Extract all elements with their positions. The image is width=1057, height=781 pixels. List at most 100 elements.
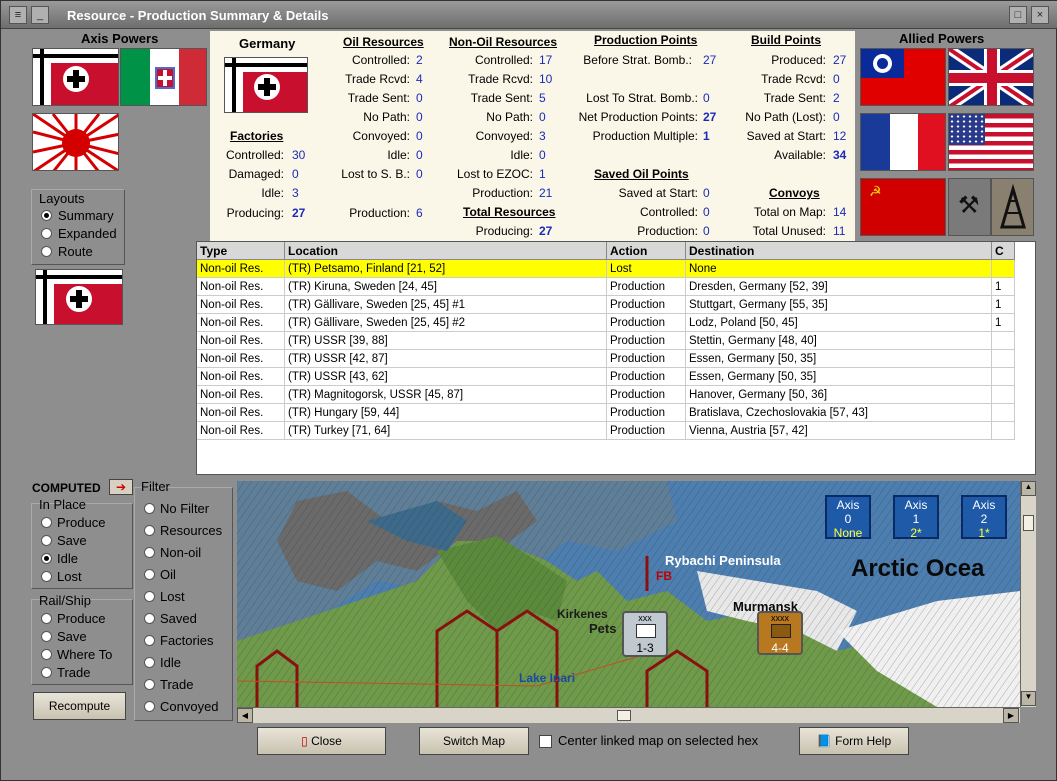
col-c-header[interactable]: C xyxy=(992,242,1015,260)
france-flag[interactable] xyxy=(860,113,946,171)
map-unit-counter[interactable]: xxxx 4-4 xyxy=(757,611,803,655)
china-flag[interactable] xyxy=(860,48,946,106)
usa-flag[interactable] xyxy=(948,113,1034,171)
scroll-right-icon[interactable]: ▶ xyxy=(1003,708,1019,723)
germany-flag[interactable] xyxy=(32,48,119,106)
rail-produce-radio[interactable] xyxy=(41,613,52,624)
uk-flag[interactable] xyxy=(948,48,1034,106)
in-place-title: In Place xyxy=(39,497,86,512)
map-horizontal-scrollbar[interactable]: ◀ ▶ xyxy=(237,707,1020,723)
bp-value: 0 xyxy=(833,72,840,86)
filter-radio[interactable] xyxy=(144,701,155,712)
cell-action: Production xyxy=(607,386,686,404)
convoys-label: Total Unused: xyxy=(752,224,826,238)
rail-where-to-radio[interactable] xyxy=(41,649,52,660)
unit-strength-label: 4-4 xyxy=(771,641,789,655)
form-help-label: Form Help xyxy=(835,734,892,748)
rail-produce-label: Produce xyxy=(57,611,106,626)
minimize-icon[interactable]: _ xyxy=(31,6,49,24)
maximize-icon[interactable]: □ xyxy=(1009,6,1027,24)
non-oil-resources-heading: Non-Oil Resources xyxy=(449,35,558,49)
mining-icon[interactable]: ⚒ xyxy=(948,178,991,236)
col-destination-header[interactable]: Destination xyxy=(686,242,992,260)
col-action-header[interactable]: Action xyxy=(607,242,686,260)
scroll-down-icon[interactable]: ▼ xyxy=(1021,691,1036,706)
japan-flag[interactable] xyxy=(32,113,119,171)
table-row[interactable]: Non-oil Res. (TR) USSR [39, 88] Production… xyxy=(197,332,1015,350)
oil-label: Convoyed: xyxy=(352,129,410,143)
filter-radio[interactable] xyxy=(144,657,155,668)
layout-expanded-radio[interactable] xyxy=(41,228,52,239)
rail-save-label: Save xyxy=(57,629,87,644)
layout-summary-radio[interactable] xyxy=(41,210,52,221)
table-row[interactable]: Non-oil Res. (TR) USSR [42, 87] Production… xyxy=(197,350,1015,368)
axis-box[interactable]: Axis 1 2* xyxy=(893,495,939,540)
italy-flag[interactable] xyxy=(120,48,207,106)
filter-radio[interactable] xyxy=(144,525,155,536)
switch-map-button[interactable]: Switch Map xyxy=(419,727,529,755)
rail-trade-radio[interactable] xyxy=(41,667,52,678)
in-place-lost-radio[interactable] xyxy=(41,571,52,582)
table-row[interactable]: Non-oil Res. (TR) Gällivare, Sweden [25, … xyxy=(197,296,1015,314)
factories-value: 3 xyxy=(292,186,299,200)
rail-save-radio[interactable] xyxy=(41,631,52,642)
cell-destination: Essen, Germany [50, 35] xyxy=(686,350,992,368)
window-menu-icon[interactable]: ≡ xyxy=(9,6,27,24)
filter-radio[interactable] xyxy=(144,503,155,514)
pp-label: Lost To Strat. Bomb.: xyxy=(586,91,698,105)
in-place-produce-radio[interactable] xyxy=(41,517,52,528)
pp-value: 0 xyxy=(703,91,710,105)
axis-box[interactable]: Axis 0 None xyxy=(825,495,871,540)
oil-label: Controlled: xyxy=(351,53,410,67)
nonoil-label: Production: xyxy=(472,186,533,200)
factories-value: 27 xyxy=(292,206,306,220)
table-row[interactable]: Non-oil Res. (TR) USSR [43, 62] Production… xyxy=(197,368,1015,386)
horizontal-scroll-thumb[interactable] xyxy=(617,710,631,721)
in-place-idle-label: Idle xyxy=(57,551,78,566)
bp-label: No Path (Lost): xyxy=(745,110,826,124)
table-row[interactable]: Non-oil Res. (TR) Kiruna, Sweden [24, 45]… xyxy=(197,278,1015,296)
scroll-up-icon[interactable]: ▲ xyxy=(1021,481,1036,496)
axis-box[interactable]: Axis 2 1* xyxy=(961,495,1007,540)
nonoil-label: Convoyed: xyxy=(475,129,533,143)
table-row[interactable]: Non-oil Res. (TR) Turkey [71, 64] Producti… xyxy=(197,422,1015,440)
rail-ship-title: Rail/Ship xyxy=(39,593,92,608)
map-vertical-scrollbar[interactable]: ▲ ▼ xyxy=(1020,481,1036,707)
close-button[interactable]: ▯ Close xyxy=(257,727,386,755)
table-row[interactable]: Non-oil Res. (TR) Petsamo, Finland [21, 5… xyxy=(197,260,1015,278)
map-unit-counter[interactable]: xxx 1-3 xyxy=(622,611,668,657)
table-row[interactable]: Non-oil Res. (TR) Gällivare, Sweden [25, … xyxy=(197,314,1015,332)
map-view[interactable]: Rybachi Peninsula Arctic Ocea Kirkenes P… xyxy=(237,481,1020,707)
bp-label: Trade Rcvd: xyxy=(761,72,826,86)
nonoil-label: Controlled: xyxy=(474,53,533,67)
filter-radio[interactable] xyxy=(144,591,155,602)
cell-destination: Stuttgart, Germany [55, 35] xyxy=(686,296,992,314)
ussr-flag[interactable]: ☭ xyxy=(860,178,946,236)
in-place-save-radio[interactable] xyxy=(41,535,52,546)
filter-radio[interactable] xyxy=(144,613,155,624)
vertical-scroll-thumb[interactable] xyxy=(1023,515,1034,531)
filter-radio[interactable] xyxy=(144,635,155,646)
cell-type: Non-oil Res. xyxy=(197,314,285,332)
scroll-left-icon[interactable]: ◀ xyxy=(237,708,253,723)
recompute-button[interactable]: Recompute xyxy=(33,692,126,720)
cell-c: 1 xyxy=(992,296,1015,314)
oil-resources-heading: Oil Resources xyxy=(343,35,424,49)
oil-derrick-icon[interactable] xyxy=(991,178,1034,236)
col-location-header[interactable]: Location xyxy=(285,242,607,260)
in-place-idle-radio[interactable] xyxy=(41,553,52,564)
table-row[interactable]: Non-oil Res. (TR) Hungary [59, 44] Product… xyxy=(197,404,1015,422)
center-linked-checkbox[interactable] xyxy=(539,735,552,748)
layout-route-radio[interactable] xyxy=(41,246,52,257)
saved-oil-value: 0 xyxy=(703,205,710,219)
form-help-button[interactable]: 📘 Form Help xyxy=(799,727,909,755)
cell-c xyxy=(992,386,1015,404)
filter-radio[interactable] xyxy=(144,569,155,580)
filter-radio[interactable] xyxy=(144,547,155,558)
oil-value: 0 xyxy=(416,148,423,162)
col-type-header[interactable]: Type xyxy=(197,242,285,260)
filter-radio[interactable] xyxy=(144,679,155,690)
close-window-icon[interactable]: × xyxy=(1031,6,1049,24)
table-row[interactable]: Non-oil Res. (TR) Magnitogorsk, USSR [45,… xyxy=(197,386,1015,404)
computed-arrow-button[interactable]: ➔ xyxy=(109,479,133,495)
